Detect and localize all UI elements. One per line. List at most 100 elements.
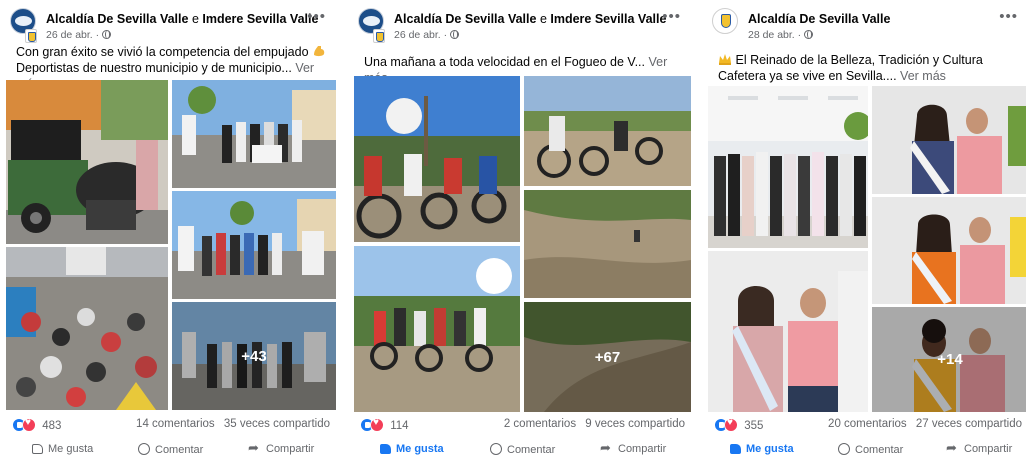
photo-jeep-push[interactable] [6,80,168,244]
photo-crowd[interactable] [6,247,168,410]
coauthor-avatar[interactable] [25,29,37,43]
like-icon [730,444,741,454]
page-name-secondary[interactable]: Imdere Sevilla Valle [202,12,318,26]
post-text-line: Una mañana a toda velocidad en el Fogueo… [364,55,645,69]
share-count[interactable]: 35 veces compartido [224,418,330,430]
post-timestamp[interactable]: 26 de abr. · [394,29,460,41]
post-timestamp[interactable]: 26 de abr. · [46,29,112,41]
photo-queens-group[interactable] [708,86,868,248]
reaction-count[interactable]: 114 [390,420,408,432]
reaction-count[interactable]: 483 [42,420,61,432]
photo-riders-group[interactable] [354,246,520,412]
page-name-joiner: e [539,12,547,26]
share-label: Compartir [618,443,667,455]
like-label: Me gusta [48,443,94,455]
more-options-icon[interactable]: ••• [662,8,681,25]
comment-count[interactable]: 20 comentarios [828,418,907,430]
more-options-icon[interactable]: ••• [307,8,326,25]
love-icon [724,417,738,432]
photo-team-1[interactable] [172,80,336,188]
share-label: Compartir [266,443,315,455]
page-name[interactable]: Alcaldía De Sevilla Valle [748,12,890,26]
comment-count[interactable]: 2 comentarios [504,418,576,430]
post-date[interactable]: 26 de abr. · [394,29,447,41]
photo-dirt-track-2[interactable]: +67 [524,302,691,412]
globe-icon [804,30,814,39]
like-button[interactable]: Me gusta [32,443,93,455]
reactions-summary[interactable]: 483 [12,417,61,432]
comment-icon [138,443,150,455]
flexed-biceps-emoji [314,46,325,57]
photo-queen-portrait-2[interactable] [872,197,1026,304]
comment-icon [838,443,850,455]
photo-queen-portrait-main[interactable] [708,251,868,412]
post-text-line: Cafetera ya se vive en Sevilla.... [718,69,897,83]
like-icon [380,444,391,454]
photo-team-3[interactable]: +43 [172,302,336,410]
share-button[interactable]: Compartir [248,440,315,456]
page-avatar[interactable] [712,8,738,34]
photo-dirt-track-1[interactable] [524,190,691,298]
reactions-summary[interactable]: 355 [714,417,763,432]
photo-queen-portrait-2-image [872,197,1026,304]
photo-grid: +43 [6,80,336,410]
feed-post-empujado: Alcaldía De Sevilla Valle e Imdere Sevil… [6,0,336,460]
coauthor-avatar[interactable] [373,29,385,43]
like-label: Me gusta [746,443,794,455]
share-icon [600,440,613,456]
comment-count[interactable]: 14 comentarios [136,418,215,430]
comment-button[interactable]: Comentar [138,443,203,456]
share-icon [946,440,959,456]
like-button[interactable]: Me gusta [380,443,444,455]
comment-label: Comentar [855,444,904,456]
page-name-joiner: e [191,12,199,26]
post-actions: Me gusta Comentar Compartir [708,440,1026,460]
page-name-secondary[interactable]: Imdere Sevilla Valle [550,12,666,26]
photo-queen-portrait-1[interactable] [872,86,1026,194]
love-icon [370,417,384,432]
post-timestamp[interactable]: 28 de abr. · [748,29,814,41]
post-actions: Me gusta Comentar Compartir [6,440,336,460]
comment-label: Comentar [155,444,204,456]
like-label: Me gusta [396,443,444,455]
reactions-summary[interactable]: 114 [360,417,409,432]
photo-queen-portrait-main-image [708,251,868,412]
post-header: Alcaldía De Sevilla Valle 28 de abr. · •… [712,8,1022,46]
page-name[interactable]: Alcaldía De Sevilla Valle e Imdere Sevil… [46,12,318,26]
feed-post-reinado: Alcaldía De Sevilla Valle 28 de abr. · •… [708,0,1026,460]
photo-riders-group-image [354,246,520,412]
photo-dirt-bikes[interactable] [524,76,691,186]
photo-queen-portrait-1-image [872,86,1026,194]
more-photos-count[interactable]: +67 [524,302,691,412]
page-name-primary[interactable]: Alcaldía De Sevilla Valle [394,12,536,26]
post-date[interactable]: 26 de abr. · [46,29,99,41]
photo-team-2[interactable] [172,191,336,299]
page-name-primary[interactable]: Alcaldía De Sevilla Valle [748,12,890,26]
post-text: El Reinado de la Belleza, Tradición y Cu… [718,52,1022,84]
share-count[interactable]: 27 veces compartido [916,418,1022,430]
page-name[interactable]: Alcaldía De Sevilla Valle e Imdere Sevil… [394,12,666,26]
reaction-count[interactable]: 355 [744,420,763,432]
comment-button[interactable]: Comentar [838,443,903,456]
post-text-line: Deportistas de nuestro municipio y de mu… [16,61,292,75]
photo-grid: +14 [708,86,1026,412]
page-name-primary[interactable]: Alcaldía De Sevilla Valle [46,12,188,26]
more-photos-count[interactable]: +14 [872,307,1026,412]
more-options-icon[interactable]: ••• [999,8,1018,25]
post-date[interactable]: 28 de abr. · [748,29,801,41]
photo-riders-lineup[interactable] [354,76,520,242]
like-button[interactable]: Me gusta [730,443,794,455]
share-count[interactable]: 9 veces compartido [585,418,685,430]
globe-icon [450,30,460,39]
comment-icon [490,443,502,455]
comment-button[interactable]: Comentar [490,443,555,456]
post-actions: Me gusta Comentar Compartir [354,440,691,460]
share-button[interactable]: Compartir [946,440,1012,456]
photo-dirt-bikes-image [524,76,691,186]
photo-queen-portrait-3[interactable]: +14 [872,307,1026,412]
more-photos-count[interactable]: +43 [172,302,336,410]
feed-post-fogueo: Alcaldía De Sevilla Valle e Imdere Sevil… [354,0,691,460]
share-button[interactable]: Compartir [600,440,667,456]
see-more-link[interactable]: Ver más [900,69,946,83]
post-header: Alcaldía De Sevilla Valle e Imdere Sevil… [358,8,685,46]
